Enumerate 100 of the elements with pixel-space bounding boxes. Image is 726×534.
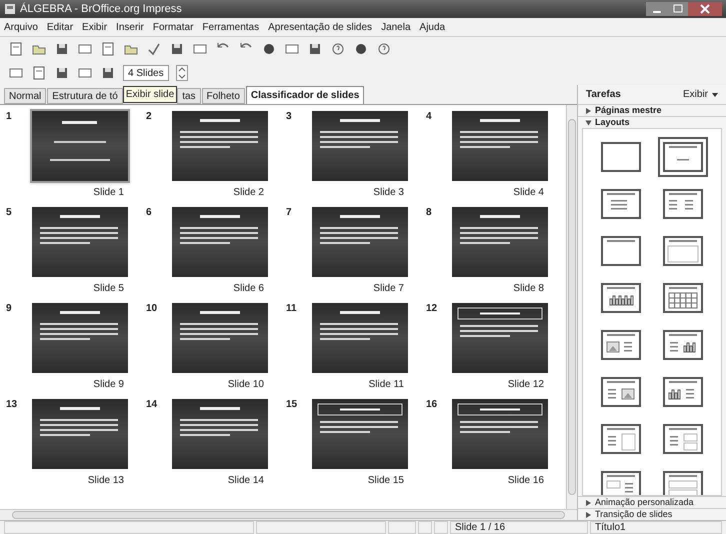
- layout-icon: [663, 189, 703, 219]
- layout-icon: [601, 189, 641, 219]
- menu-item[interactable]: Editar: [46, 20, 74, 34]
- slide-label: Slide 5: [93, 282, 124, 296]
- circle-icon[interactable]: [261, 41, 277, 57]
- slide-thumbnail[interactable]: [450, 109, 550, 183]
- layout-icon: [601, 236, 641, 266]
- menu-item[interactable]: Arquivo: [4, 20, 38, 34]
- slide-number: 11: [286, 302, 298, 316]
- layout-icon: [663, 377, 703, 407]
- view-tab[interactable]: Folheto: [202, 88, 245, 104]
- slide-number: 5: [6, 206, 13, 220]
- slide-number: 14: [146, 398, 158, 412]
- slide-thumbnail[interactable]: [310, 397, 410, 471]
- slide-number: 7: [286, 206, 293, 220]
- menu-item[interactable]: Formatar: [152, 20, 194, 34]
- layout-icon: [601, 142, 641, 172]
- slides-per-row-field[interactable]: 4 Slides: [123, 65, 169, 81]
- layout-icon: [663, 424, 703, 454]
- slide-number: 3: [286, 110, 293, 124]
- check-icon[interactable]: [146, 41, 162, 57]
- menu-item[interactable]: Apresentação de slides: [268, 20, 372, 34]
- slide-thumbnail[interactable]: [310, 109, 410, 183]
- layout-icon: [663, 236, 703, 266]
- view-menu-button[interactable]: Exibir: [682, 87, 718, 102]
- triangle-icon: [586, 108, 591, 114]
- slide-number: 12: [426, 302, 438, 316]
- slide-thumbnail[interactable]: [450, 397, 550, 471]
- layout-icon: [663, 283, 703, 313]
- section-header[interactable]: Animação personalizada: [578, 496, 726, 508]
- slide-label: Slide 8: [513, 282, 544, 296]
- layout-icon: [601, 283, 641, 313]
- tooltip: Exibir slide: [122, 86, 178, 103]
- slide-thumbnail[interactable]: [170, 301, 270, 375]
- slide-label: Slide 6: [233, 282, 264, 296]
- slide-number: 13: [6, 398, 18, 412]
- panel-title: Tarefas: [586, 88, 621, 102]
- slide-number: 10: [146, 302, 158, 316]
- menu-item[interactable]: Janela: [381, 20, 411, 34]
- slide-label: Slide 9: [93, 378, 124, 392]
- menu-item[interactable]: Ajuda: [420, 20, 446, 34]
- close-icon[interactable]: [688, 2, 722, 16]
- slide-number: 9: [6, 302, 13, 316]
- slide-thumbnail[interactable]: [170, 109, 270, 183]
- menu-item[interactable]: Exibir: [82, 20, 108, 34]
- slide-label: Slide 14: [228, 474, 264, 488]
- document-icon[interactable]: [31, 65, 47, 81]
- status-field: [434, 521, 448, 534]
- slide-thumbnail[interactable]: [170, 397, 270, 471]
- slide-thumbnail[interactable]: [170, 205, 270, 279]
- layout-icon: [601, 424, 641, 454]
- slide-thumbnail[interactable]: [450, 205, 550, 279]
- vertical-scrollbar[interactable]: [566, 105, 577, 509]
- view-tab[interactable]: tas: [177, 88, 201, 104]
- slide-thumbnail[interactable]: [310, 301, 410, 375]
- slide-label: Slide 4: [513, 186, 544, 200]
- document-icon[interactable]: [8, 41, 24, 57]
- view-tab[interactable]: Normal: [4, 88, 46, 104]
- spinner-icon[interactable]: [176, 65, 188, 81]
- slide-number: 6: [146, 206, 153, 220]
- status-field: [388, 521, 416, 534]
- view-tab[interactable]: Estrutura de tó: [47, 88, 123, 104]
- slide-thumbnail[interactable]: [310, 205, 410, 279]
- app-icon: [4, 3, 16, 15]
- slide-label: Slide 7: [373, 282, 404, 296]
- horizontal-scrollbar[interactable]: [0, 509, 577, 520]
- section-header[interactable]: Páginas mestre: [578, 104, 726, 116]
- slide-counter: Slide 1 / 16: [450, 521, 588, 534]
- slide-label: Slide 10: [228, 378, 264, 392]
- slide-thumbnail[interactable]: [30, 397, 130, 471]
- menu-item[interactable]: Inserir: [116, 20, 144, 34]
- slide-thumbnail[interactable]: [30, 109, 130, 183]
- document-icon[interactable]: [100, 41, 116, 57]
- slide-number: 1: [6, 110, 13, 124]
- slide-thumbnail[interactable]: [30, 301, 130, 375]
- minimize-icon[interactable]: [646, 2, 668, 16]
- circle-icon[interactable]: [353, 41, 369, 57]
- slide-label: Slide 12: [508, 378, 544, 392]
- layout-option[interactable]: [658, 137, 708, 177]
- slide-number: 2: [146, 110, 153, 124]
- slide-label: Slide 3: [373, 186, 404, 200]
- slide-number: 8: [426, 206, 433, 220]
- menu-item[interactable]: Ferramentas: [202, 20, 260, 34]
- slide-number: 16: [426, 398, 438, 412]
- section-header[interactable]: Transição de slides: [578, 508, 726, 520]
- slide-label: Slide 15: [368, 474, 404, 488]
- layout-icon: [663, 330, 703, 360]
- slide-label: Slide 11: [368, 378, 404, 392]
- help-icon[interactable]: [330, 41, 346, 57]
- status-field: [418, 521, 432, 534]
- slide-thumbnail[interactable]: [450, 301, 550, 375]
- caret-icon: [712, 92, 718, 96]
- slide-label: Slide 13: [88, 474, 124, 488]
- help-icon[interactable]: [376, 41, 392, 57]
- layout-icon: [601, 330, 641, 360]
- slide-thumbnail[interactable]: [30, 205, 130, 279]
- view-tab[interactable]: Classificador de slides: [246, 86, 364, 104]
- maximize-icon[interactable]: [668, 2, 688, 16]
- slide-label: Slide 2: [233, 186, 264, 200]
- slide-number: 4: [426, 110, 433, 124]
